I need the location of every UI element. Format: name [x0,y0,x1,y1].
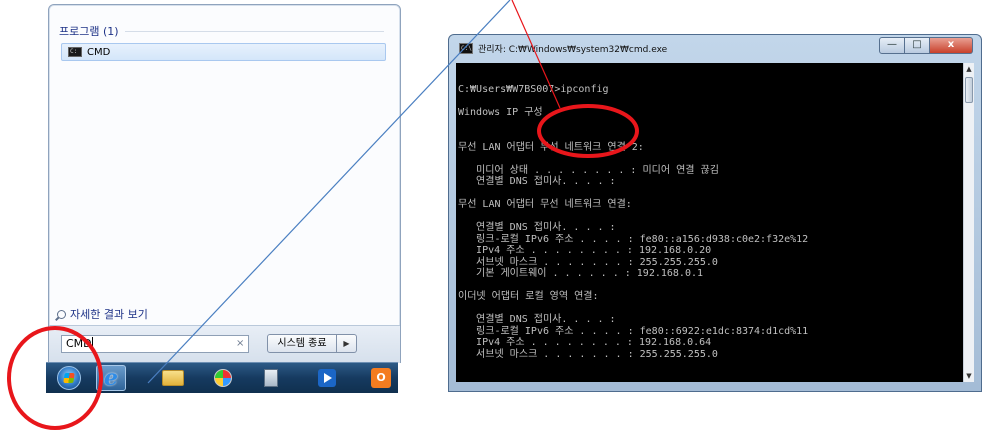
search-result-cmd[interactable]: C: CMD [61,43,386,61]
console-line: 링크-로컬 IPv6 주소 . . . . : fe80::a156:d938:… [458,233,809,245]
console-line: 기본 게이트웨이 . . . . . . : 192.168.0.1 [458,268,704,279]
console-output[interactable]: C:₩Users₩W7BS007>ipconfig Windows IP 구성무선… [456,63,965,382]
taskbar-calculator[interactable] [256,365,286,391]
text-caret [91,337,93,348]
scroll-up-arrow-icon[interactable]: ▲ [964,63,974,75]
console-line: 무선 LAN 어댑터 무선 네트워크 연결 2: [458,141,644,153]
cmd-titlebar[interactable]: C:\ 관리자: C:₩Windows₩system32₩cmd.exe — □… [449,35,981,61]
internet-explorer-icon: e [104,365,118,391]
scroll-down-arrow-icon[interactable]: ▼ [964,370,974,382]
console-line: 서브넷 마스크 . . . . . . . : 255.255.255.0 [458,256,718,268]
taskbar-internet-explorer[interactable]: e [96,365,126,391]
close-button[interactable]: x [930,37,973,54]
cmd-window: C:\ 관리자: C:₩Windows₩system32₩cmd.exe — □… [448,34,982,392]
console-line: 연결별 DNS 접미사. . . . : [458,176,616,187]
folder-icon [162,370,184,386]
paint-icon [214,369,232,387]
console-line: IPv4 주소 . . . . . . . . : 192.168.0.20 [458,245,712,256]
office-icon: O [371,368,391,388]
console-scrollbar[interactable]: ▲ ▼ [963,63,974,382]
shutdown-options-button[interactable]: ▶ [337,334,357,353]
search-result-label: CMD [87,46,111,58]
console-line: IPv4 주소 . . . . . . . . : 192.168.0.64 [458,337,712,348]
console-line: 서브넷 마스크 . . . . . . . : 255.255.255.0 [458,348,718,360]
taskbar-paint[interactable] [208,365,238,391]
window-controls: — □ x [879,37,973,54]
console-line: 미디어 상태 . . . . . . . . : 미디어 연결 끊김 [458,164,719,176]
console-line: 연결별 DNS 접미사. . . . : [458,314,616,325]
search-icon [57,309,66,319]
shutdown-button[interactable]: 시스템 종료 [267,334,337,353]
media-player-icon [318,369,336,387]
see-more-label: 자세한 결과 보기 [70,308,148,321]
calculator-icon [264,369,278,387]
console-line: 연결별 DNS 접미사. . . . : [458,222,616,233]
console-line: 이더넷 어댑터 로컬 영역 연결: [458,291,599,302]
start-search-input[interactable]: CMD [61,335,249,353]
console-line: 링크-로컬 IPv6 주소 . . . . : fe80::6922:e1dc:… [458,325,809,337]
clear-search-icon[interactable]: × [236,338,244,349]
programs-header-label: 프로그램 (1) [59,25,119,38]
header-divider [124,30,384,32]
taskbar-office[interactable]: O [366,365,396,391]
console-line: C:₩Users₩W7BS007>ipconfig [458,84,609,95]
see-more-results-link[interactable]: 자세한 결과 보기 [57,306,148,322]
programs-section-header: 프로그램 (1) [59,23,384,39]
maximize-button[interactable]: □ [905,37,930,54]
taskbar: e O [46,362,398,393]
minimize-button[interactable]: — [879,37,905,54]
start-menu-panel: 프로그램 (1) C: CMD 자세한 결과 보기 CMD × 시스템 종료 ▶ [48,4,401,363]
cmd-window-title: 관리자: C:₩Windows₩system32₩cmd.exe [478,44,668,55]
search-input-value: CMD [66,337,92,350]
start-search-area: CMD × 시스템 종료 ▶ [49,325,400,363]
start-button[interactable] [54,365,84,391]
taskbar-explorer[interactable] [158,365,188,391]
windows-orb-icon [57,366,81,390]
cmd-window-icon: C:\ [459,42,473,54]
taskbar-media-player[interactable] [312,365,342,391]
console-line: 무선 LAN 어댑터 무선 네트워크 연결: [458,199,632,210]
console-line: Windows IP 구성 [458,107,543,118]
scrollbar-thumb[interactable] [965,77,973,103]
cmd-program-icon: C: [68,47,82,57]
